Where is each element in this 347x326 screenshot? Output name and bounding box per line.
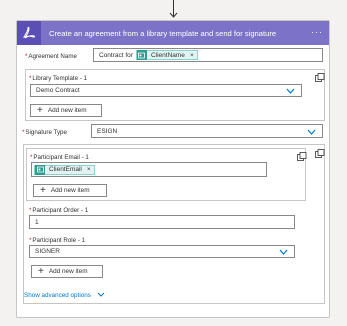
plus-icon: + — [40, 184, 46, 196]
client-name-token-label: ClientName — [150, 51, 185, 59]
dynamic-content-icon — [35, 164, 45, 175]
chevron-down-icon — [307, 129, 316, 135]
action-card: Create an agreement from a library templ… — [16, 20, 330, 318]
participant-role-dropdown[interactable]: SIGNER — [29, 245, 295, 258]
adobe-sign-icon — [17, 21, 41, 45]
chevron-down-icon — [279, 249, 288, 255]
participant-email-label: *Participant Email - 1 — [30, 154, 89, 161]
remove-token-icon[interactable]: × — [190, 52, 194, 59]
participant-email-input[interactable]: ClientEmail × — [31, 162, 267, 177]
participant-order-label: *Participant Order - 1 — [29, 207, 89, 214]
copy-icon[interactable] — [315, 73, 325, 83]
participant-role-value: SIGNER — [35, 248, 60, 255]
chevron-down-icon — [97, 292, 104, 297]
copy-icon[interactable] — [315, 149, 325, 159]
remove-token-icon[interactable]: × — [87, 166, 91, 173]
client-name-token[interactable]: ClientName × — [135, 50, 198, 60]
action-header[interactable]: Create an agreement from a library templ… — [17, 21, 329, 45]
library-template-add-button[interactable]: + Add new item — [30, 104, 102, 117]
library-template-group: *Library Template - 1 Demo Contract + Add… — [25, 69, 325, 121]
signature-type-label: *Signature Type — [22, 129, 67, 136]
library-template-label: *Library Template - 1 — [29, 75, 87, 82]
action-title: Create an agreement from a library templ… — [49, 28, 277, 38]
plus-icon: + — [37, 104, 43, 116]
participant-role-add-button[interactable]: + Add new item — [31, 265, 103, 278]
show-advanced-options-link[interactable]: Show advanced options — [24, 292, 105, 299]
participant-order-value: 1 — [35, 218, 39, 226]
copy-icon[interactable] — [297, 152, 307, 162]
participant-email-add-button[interactable]: + Add new item — [33, 184, 107, 197]
dynamic-content-icon — [136, 50, 147, 60]
client-email-token-label: ClientEmail — [49, 166, 82, 173]
agreement-name-label: *Agreement Name — [25, 53, 77, 60]
participant-email-group: *Participant Email - 1 ClientEmail × + Ad… — [26, 148, 306, 201]
client-email-token[interactable]: ClientEmail × — [34, 164, 95, 175]
library-template-value: Demo Contract — [36, 87, 80, 94]
more-options-icon[interactable]: ··· — [311, 27, 323, 37]
library-template-dropdown[interactable]: Demo Contract — [30, 84, 302, 97]
chevron-down-icon — [286, 88, 295, 94]
participant-role-label: *Participant Role - 1 — [29, 237, 86, 244]
agreement-name-input[interactable]: Contract for ClientName × — [93, 48, 323, 62]
flow-arrow-down-icon — [169, 0, 178, 18]
signature-type-dropdown[interactable]: ESIGN — [91, 124, 323, 138]
plus-icon: + — [38, 265, 44, 277]
participant-order-input[interactable]: 1 — [29, 215, 295, 229]
signature-type-value: ESIGN — [97, 127, 118, 135]
agreement-name-prefix: Contract for — [99, 51, 133, 59]
